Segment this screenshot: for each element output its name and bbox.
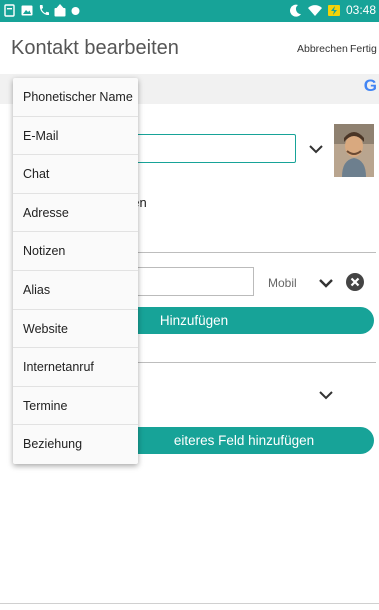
menu-item-chat[interactable]: Chat [13, 155, 138, 194]
menu-item-internet-call[interactable]: Internetanruf [13, 348, 138, 387]
phone-icon [39, 5, 49, 16]
google-icon: G [363, 76, 377, 95]
menu-item-website[interactable]: Website [13, 310, 138, 349]
bottom-divider [0, 603, 379, 604]
remove-phone-button[interactable] [346, 273, 364, 291]
menu-item-address[interactable]: Adresse [13, 194, 138, 233]
menu-item-email[interactable]: E-Mail [13, 117, 138, 156]
expand-name-chevron-icon[interactable] [308, 144, 324, 154]
status-bar: 03:48 [0, 0, 379, 22]
page-title: Kontakt bearbeiten [11, 37, 179, 59]
wifi-icon [308, 5, 322, 16]
upload-icon [54, 4, 66, 17]
cancel-button[interactable]: Abbrechen [297, 43, 348, 55]
status-time: 03:48 [345, 3, 376, 17]
app-header: Kontakt bearbeiten Abbrechen Fertig [0, 22, 379, 74]
dot-icon [71, 7, 80, 15]
menu-item-notes[interactable]: Notizen [13, 232, 138, 271]
avatar [334, 124, 374, 177]
expand-section-chevron-icon[interactable] [318, 390, 334, 400]
menu-item-events[interactable]: Termine [13, 387, 138, 426]
battery-charging-icon [328, 5, 340, 16]
add-field-menu: Phonetischer Name E-Mail Chat Adresse No… [13, 78, 138, 464]
phone-type-chevron-icon[interactable] [318, 278, 334, 288]
menu-item-phonetic-name[interactable]: Phonetischer Name [13, 78, 138, 117]
close-icon [350, 277, 360, 287]
notification-icon [4, 4, 15, 17]
menu-item-relationship[interactable]: Beziehung [13, 425, 138, 464]
phone-type-label[interactable]: Mobil [268, 276, 297, 290]
gallery-icon [21, 5, 33, 16]
done-button[interactable]: Fertig [350, 43, 377, 55]
moon-icon [290, 4, 301, 17]
screen: 03:48 Kontakt bearbeiten Abbrechen Ferti… [0, 0, 379, 610]
menu-item-alias[interactable]: Alias [13, 271, 138, 310]
contact-photo[interactable] [334, 124, 374, 177]
